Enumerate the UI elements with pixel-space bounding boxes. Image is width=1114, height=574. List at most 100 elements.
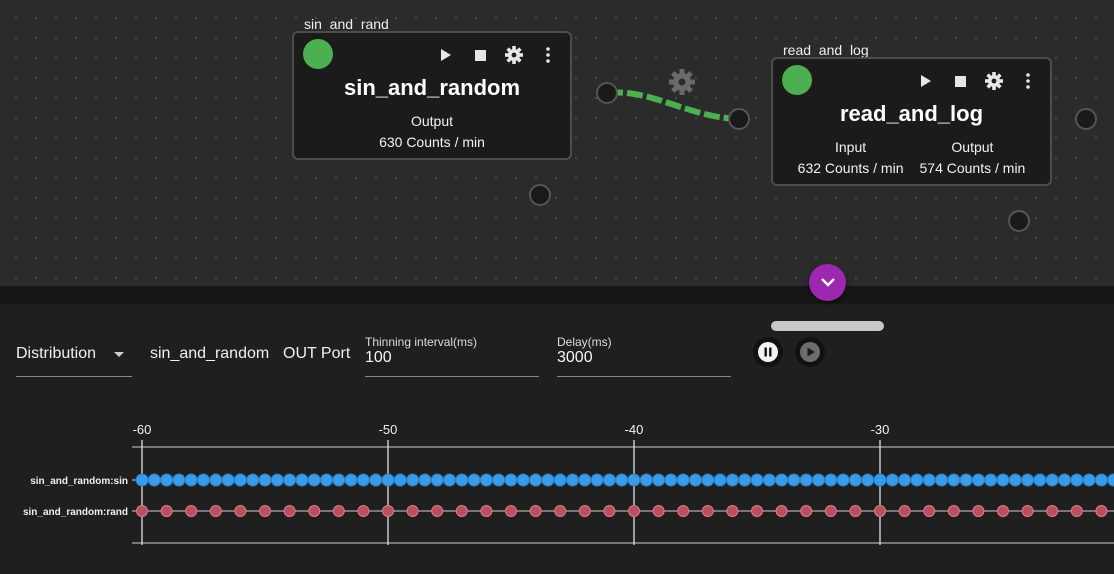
sin-data-point [799,473,813,487]
connection-edge[interactable] [606,89,740,122]
rand-data-point [431,505,444,517]
sin-data-point [935,473,948,487]
rand-data-point [1046,505,1059,517]
rand-data-point [382,505,394,517]
sin-data-point [750,473,764,487]
view-mode-select[interactable]: Distribution [16,330,132,377]
sin-data-point [332,473,346,487]
pause-button[interactable] [753,337,783,367]
sin-data-point [233,473,247,487]
rand-data-point [751,505,763,517]
node-card-sin-and-random[interactable]: sin_and_random Output 630 Counts / min [292,31,572,160]
more-button[interactable] [1018,71,1038,91]
sin-data-point [381,473,395,487]
rand-data-point [947,505,960,517]
thinning-interval-input[interactable] [365,349,539,367]
play-stream-button[interactable] [795,337,825,367]
sin-data-point [959,473,973,487]
sin-data-point [553,473,567,487]
rand-data-point [554,505,567,517]
port-label: Output [951,139,994,155]
sin-data-point [947,473,961,487]
thinning-interval-field[interactable]: Thinning interval(ms) [365,335,539,377]
sin-data-point [492,473,506,487]
sin-data-point [307,473,321,487]
sin-data-point [172,473,186,487]
sin-data-point [1008,473,1022,487]
node-name: sin_and_random [343,75,521,100]
play-button[interactable] [916,71,936,91]
sin-data-point [1021,473,1035,487]
sin-data-point [1082,473,1096,487]
delay-label: Delay(ms) [557,335,612,349]
stop-icon [954,75,966,87]
port-rate: 632 Counts / min [797,160,904,176]
status-indicator [303,39,333,69]
thinning-interval-label: Thinning interval(ms) [365,335,478,349]
port-type-label: OUT Port [283,345,351,362]
input-port-handle[interactable] [728,108,750,130]
settings-button[interactable] [504,45,524,65]
output-port-info: Output 630 Counts / min [379,111,485,153]
node-title: sin_and_rand [304,16,389,32]
sin-data-point [676,473,690,487]
rand-data-point [529,505,542,517]
play-button[interactable] [436,45,456,65]
edge-settings-icon[interactable] [669,69,695,95]
sin-data-point [430,473,444,487]
sin-data-point [246,473,260,487]
x-tick-label: -50 [379,422,398,437]
rand-data-point [1070,505,1083,517]
rand-data-point [726,505,739,517]
expand-panel-button[interactable] [809,264,846,301]
sin-data-point [283,473,297,487]
sin-data-point [135,473,149,487]
rand-data-point [406,505,419,517]
sin-data-point [1033,473,1047,487]
stop-button[interactable] [950,71,970,91]
sin-data-point [639,473,653,487]
play-icon [441,49,451,61]
rand-data-point [800,505,813,517]
sin-data-point [1045,473,1059,487]
sin-data-point [898,473,912,487]
port-handle[interactable] [529,184,551,206]
port-rate: 574 Counts / min [919,160,1026,176]
output-port-handle[interactable] [596,82,618,104]
sin-data-point [1107,473,1114,487]
sin-data-point [418,473,432,487]
rand-data-point [505,505,517,517]
selected-node-label: sin_and_random [150,345,270,362]
sin-data-point [984,473,998,487]
series-label: sin_and_random:rand [23,507,128,518]
sin-data-point [197,473,210,487]
more-button[interactable] [538,45,558,65]
sin-data-point [504,473,518,487]
rand-data-point [455,505,468,517]
rand-data-point [234,505,247,517]
sin-data-point [1094,473,1108,487]
sin-data-point [873,473,887,487]
delay-input[interactable] [557,349,731,367]
delay-field[interactable]: Delay(ms) [557,335,731,377]
port-handle[interactable] [1008,210,1030,232]
panel-divider [0,286,1114,304]
rand-data-point [1095,505,1108,517]
node-card-read-and-log[interactable]: read_and_log Input 632 Counts / min Outp… [771,57,1052,186]
rand-data-point [136,505,148,517]
stop-button[interactable] [470,45,490,65]
sin-data-point [836,473,850,487]
sin-data-point [147,473,161,487]
more-vert-icon [1026,73,1030,89]
rand-data-point [628,505,640,517]
output-port-handle[interactable] [1075,108,1097,130]
sin-data-point [209,473,223,487]
dropdown-arrow-icon [114,352,124,357]
rand-data-point [480,505,493,517]
sin-data-point [356,473,370,487]
progress-bar [771,321,884,331]
sin-data-point [590,473,604,487]
rand-data-point [898,505,911,517]
settings-button[interactable] [984,71,1004,91]
sin-data-point [848,473,862,487]
